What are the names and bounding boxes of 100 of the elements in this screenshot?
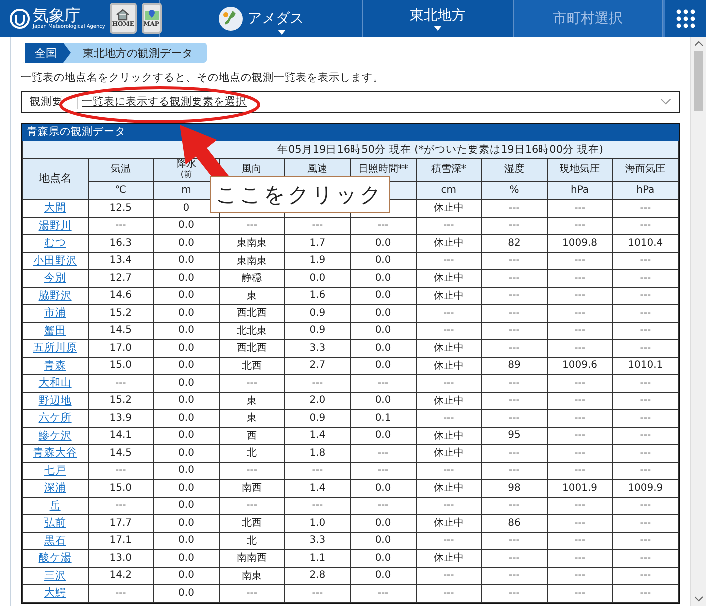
table-cell: --- <box>88 497 154 514</box>
table-cell: 89 <box>482 357 548 374</box>
breadcrumb-item[interactable]: 全国 <box>21 43 71 63</box>
table-title: 青森県の観測データ <box>22 124 679 141</box>
table-cell: --- <box>547 304 613 322</box>
select-link[interactable]: 一覧表に表示する観測要素を選択 <box>82 95 247 109</box>
table-cell: 0.0 <box>154 497 220 514</box>
table-cell: 0.0 <box>350 252 416 270</box>
table-cell: 0.9 <box>284 410 350 427</box>
table-cell: --- <box>88 217 154 234</box>
table-cell: 休止中 <box>416 550 482 567</box>
table-cell: --- <box>482 584 548 602</box>
table-cell: 0.0 <box>154 550 220 567</box>
table-cell: --- <box>416 304 482 322</box>
station-link[interactable]: 岳 <box>50 500 61 512</box>
table-cell: 12.5 <box>88 200 154 217</box>
table-cell: 2.0 <box>284 392 350 410</box>
table-cell: 17.1 <box>88 532 154 550</box>
table-cell: --- <box>547 532 613 550</box>
table-cell: 西北西 <box>219 304 285 322</box>
table-cell: --- <box>547 374 613 392</box>
timestamp-cell: 年05月19日16時50分 現在 (*がついた要素は19日16時00分 現在) <box>22 141 678 158</box>
table-cell: 0.0 <box>350 287 416 304</box>
table-cell: --- <box>612 532 678 550</box>
table-cell: 15.2 <box>88 392 154 410</box>
table-cell: 0.0 <box>154 584 220 602</box>
table-cell: 14.5 <box>88 322 154 340</box>
table-cell: 0.0 <box>154 462 220 480</box>
caret-icon <box>434 26 442 30</box>
table-cell: --- <box>612 584 678 602</box>
table-cell: --- <box>612 340 678 357</box>
table-cell: --- <box>416 322 482 340</box>
scrollbar-thumb[interactable] <box>694 51 703 111</box>
table-cell: 0.0 <box>154 444 220 462</box>
table-cell: --- <box>88 584 154 602</box>
nav-menu-item[interactable]: アメダス <box>160 0 363 37</box>
table-cell: 15.2 <box>88 304 154 322</box>
table-cell: 東 <box>219 287 285 304</box>
table-cell: 1009.8 <box>547 234 613 252</box>
table-cell: 0.0 <box>154 427 220 444</box>
scroll-down-icon <box>694 596 702 602</box>
unit-cell: ℃ <box>88 182 154 200</box>
table-cell: 0.0 <box>154 532 220 550</box>
table-cell: 休止中 <box>416 514 482 532</box>
table-cell: 0.0 <box>350 392 416 410</box>
table-cell: --- <box>219 497 285 514</box>
breadcrumb-item: 東北地方の観測データ <box>61 43 207 63</box>
table-cell: 北北東 <box>219 322 285 340</box>
table-cell: --- <box>350 217 416 234</box>
table-cell: 0.0 <box>350 234 416 252</box>
table-cell: --- <box>612 567 678 584</box>
table-cell: 17.7 <box>88 514 154 532</box>
table-cell: --- <box>88 462 154 480</box>
column-header: 海面気圧 <box>612 158 678 182</box>
table-cell: --- <box>284 497 350 514</box>
select-label: 観測要 <box>30 95 78 109</box>
table-cell: 北西 <box>219 357 285 374</box>
table-cell: --- <box>482 462 548 480</box>
table-cell: 0.9 <box>284 322 350 340</box>
element-select-field[interactable]: 観測要 一覧表に表示する観測要素を選択 <box>21 91 680 113</box>
table-cell: 1009.9 <box>612 480 678 497</box>
table-cell: --- <box>547 497 613 514</box>
table-cell: 14.6 <box>88 287 154 304</box>
table-cell: 1.9 <box>284 252 350 270</box>
table-cell: --- <box>284 462 350 480</box>
table-cell: --- <box>612 304 678 322</box>
table-cell: --- <box>482 322 548 340</box>
table-cell: 休止中 <box>416 357 482 374</box>
table-cell: 0.0 <box>350 322 416 340</box>
table-cell: --- <box>612 287 678 304</box>
table-cell: --- <box>416 567 482 584</box>
scrollbar[interactable] <box>690 37 706 606</box>
unit-cell: % <box>482 182 548 200</box>
table-cell: 0.0 <box>154 340 220 357</box>
table-cell: --- <box>612 550 678 567</box>
table-cell: 東 <box>219 410 285 427</box>
table-cell: --- <box>482 550 548 567</box>
map-pin-icon <box>144 9 160 21</box>
table-cell: 0.0 <box>154 410 220 427</box>
table-cell: 西北西 <box>219 340 285 357</box>
table-cell: --- <box>612 374 678 392</box>
table-cell: 14.5 <box>88 444 154 462</box>
table-cell: 0.0 <box>154 567 220 584</box>
table-cell: --- <box>482 217 548 234</box>
table-cell: 82 <box>482 234 548 252</box>
table-cell: --- <box>219 584 285 602</box>
table-cell: 1.8 <box>284 444 350 462</box>
table-cell: 3.3 <box>284 340 350 357</box>
table-cell: --- <box>547 550 613 567</box>
table-cell: --- <box>547 287 613 304</box>
table-cell: --- <box>547 270 613 287</box>
table-cell: 2.7 <box>284 357 350 374</box>
map-icon <box>218 6 244 32</box>
table-cell: --- <box>482 200 548 217</box>
table-cell: 東 <box>219 392 285 410</box>
table-cell: 95 <box>482 427 548 444</box>
table-cell: 86 <box>482 514 548 532</box>
table-cell: 15.0 <box>88 480 154 497</box>
table-cell: --- <box>219 374 285 392</box>
table-cell: 15.0 <box>88 357 154 374</box>
